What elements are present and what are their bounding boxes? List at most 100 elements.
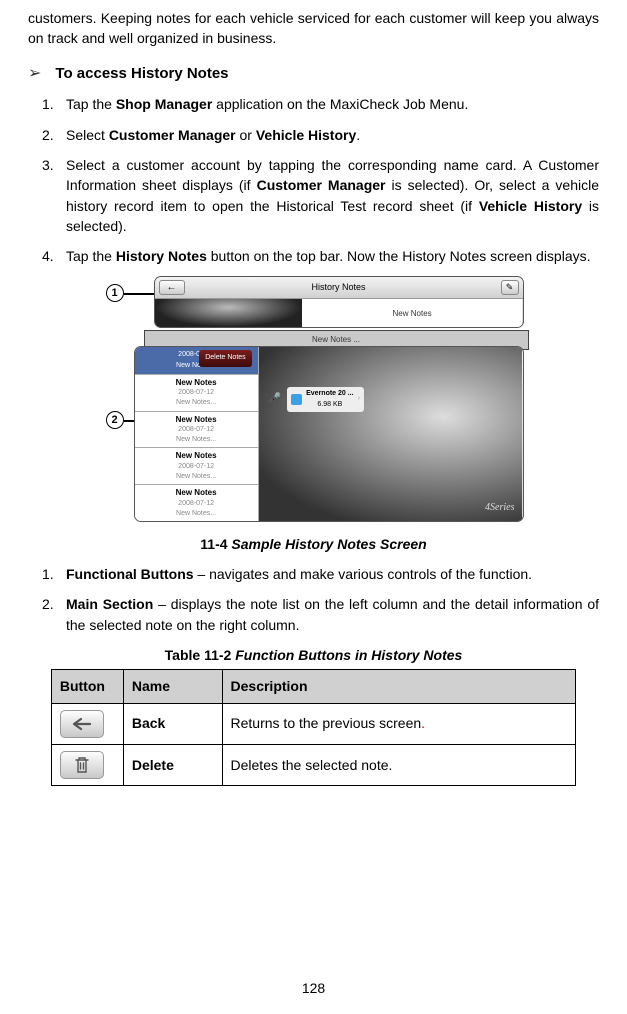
desc-number: 2. [42,594,54,614]
callout-2: 2 [106,411,124,429]
back-icon: ← [159,280,185,295]
note-date: 2008-07-12 [139,462,254,472]
table-header-row: Button Name Description [51,670,575,703]
name-cell: Delete [123,744,222,785]
note-detail: 4Series 🎤 Evernote 20 ... 6.98 KB › [259,347,523,521]
page-number: 128 [0,978,627,998]
chevron-right-icon: › [358,394,360,404]
button-cell [51,703,123,744]
bold: Shop Manager [116,96,212,112]
bold: Functional Buttons [66,566,194,582]
th-button: Button [51,670,123,703]
callout-1: 1 [106,284,124,302]
figure-number: 11-4 [200,536,231,552]
bold: Customer Manager [257,177,386,193]
table-title: Function Buttons in History Notes [235,647,462,663]
attachment-name: Evernote 20 ... [306,389,353,399]
note-title: New Notes [139,450,254,462]
note-list: 2008-07-12 New Notes... Delete Notes New… [135,347,259,521]
text: – navigates and make various controls of… [194,566,533,582]
main-body: 2008-07-12 New Notes... Delete Notes New… [135,347,523,521]
bold: Vehicle History [256,127,356,143]
delete-icon [60,751,104,779]
desc-number: 1. [42,564,54,584]
text: Tap the [66,96,116,112]
step-2: 2. Select Customer Manager or Vehicle Hi… [66,125,599,145]
table-number: Table 11-2 [165,647,236,663]
figure-wrapper: 1 2 History Notes ← ✎ New Notes New Note… [28,276,599,527]
attachment: Evernote 20 ... 6.98 KB › [287,387,364,411]
step-number: 2. [42,125,54,145]
step-1: 1. Tap the Shop Manager application on t… [66,94,599,114]
note-date: 2008-07-12 [139,388,254,398]
text: . [356,127,360,143]
note-row: New Notes 2008-07-12 New Notes... [135,374,258,411]
table-row: Delete Deletes the selected note. [51,744,575,785]
car-detail-image [259,347,523,521]
note-row: New Notes 2008-07-12 New Notes... [135,411,258,448]
text: button on the top bar. Now the History N… [207,248,591,264]
steps-list: 1. Tap the Shop Manager application on t… [28,94,599,266]
figure: 1 2 History Notes ← ✎ New Notes New Note… [104,276,524,522]
figure-caption: 11-4 Sample History Notes Screen [28,534,599,554]
note-row: New Notes 2008-07-12 New Notes... [135,484,258,521]
step-number: 3. [42,155,54,175]
attachments: 🎤 Evernote 20 ... 6.98 KB › [269,387,364,411]
car-image [155,299,302,327]
section-title: To access History Notes [55,63,228,85]
text: Select [66,127,109,143]
function-table: Button Name Description Back Returns to … [51,669,576,786]
desc-1: 1. Functional Buttons – navigates and ma… [66,564,599,584]
note-sub: New Notes... [139,435,254,445]
note-date: 2008-07-12 [139,499,254,509]
bold: Main Section [66,596,153,612]
th-description: Description [222,670,576,703]
right-column: New Notes [302,299,523,327]
left-column [155,299,302,327]
desc-cell: Returns to the previous screen. [222,703,576,744]
back-icon [60,710,104,738]
attachment-icon [291,394,302,405]
section-header: ➢ To access History Notes [28,63,599,85]
text: or [236,127,256,143]
pencil-icon: ✎ [501,280,519,295]
note-row: New Notes 2008-07-12 New Notes... [135,447,258,484]
note-title: New Notes [139,414,254,426]
text: application on the MaxiCheck Job Menu. [212,96,468,112]
tablet-top-bar: History Notes ← ✎ New Notes [154,276,524,328]
note-title: New Notes [139,377,254,389]
name-cell: Back [123,703,222,744]
mic-icon: 🎤 [269,392,281,407]
th-name: Name [123,670,222,703]
step-number: 1. [42,94,54,114]
brand-text: 4Series [485,501,514,516]
figure-title: Sample History Notes Screen [231,536,426,552]
callout-line [124,293,154,294]
step-3: 3. Select a customer account by tapping … [66,155,599,236]
button-cell [51,744,123,785]
tablet-main: 2008-07-12 New Notes... Delete Notes New… [134,346,524,522]
table-row: Back Returns to the previous screen. [51,703,575,744]
note-date: 2008-07-12 [139,425,254,435]
attachment-text: Evernote 20 ... 6.98 KB [306,389,353,409]
step-number: 4. [42,246,54,266]
header-title: History Notes [311,281,365,294]
step-4: 4. Tap the History Notes button on the t… [66,246,599,266]
note-sub: New Notes... [139,472,254,482]
text: Tap the [66,248,116,264]
ghost-label: New Notes ... [312,335,360,344]
arrow-icon: ➢ [28,66,41,82]
period: . [421,715,425,731]
bold: Customer Manager [109,127,236,143]
bold: Vehicle History [479,198,582,214]
desc-2: 2. Main Section – displays the note list… [66,594,599,635]
intro-text: customers. Keeping notes for each vehicl… [28,8,599,49]
attachment-size: 6.98 KB [306,400,353,410]
desc-cell: Deletes the selected note. [222,744,576,785]
note-row-selected: 2008-07-12 New Notes... Delete Notes [135,347,258,373]
note-title: New Notes [139,487,254,499]
note-sub: New Notes... [139,509,254,519]
tablet-body: New Notes [155,299,523,327]
delete-button: Delete Notes [199,350,251,366]
table-caption: Table 11-2 Function Buttons in History N… [28,645,599,665]
